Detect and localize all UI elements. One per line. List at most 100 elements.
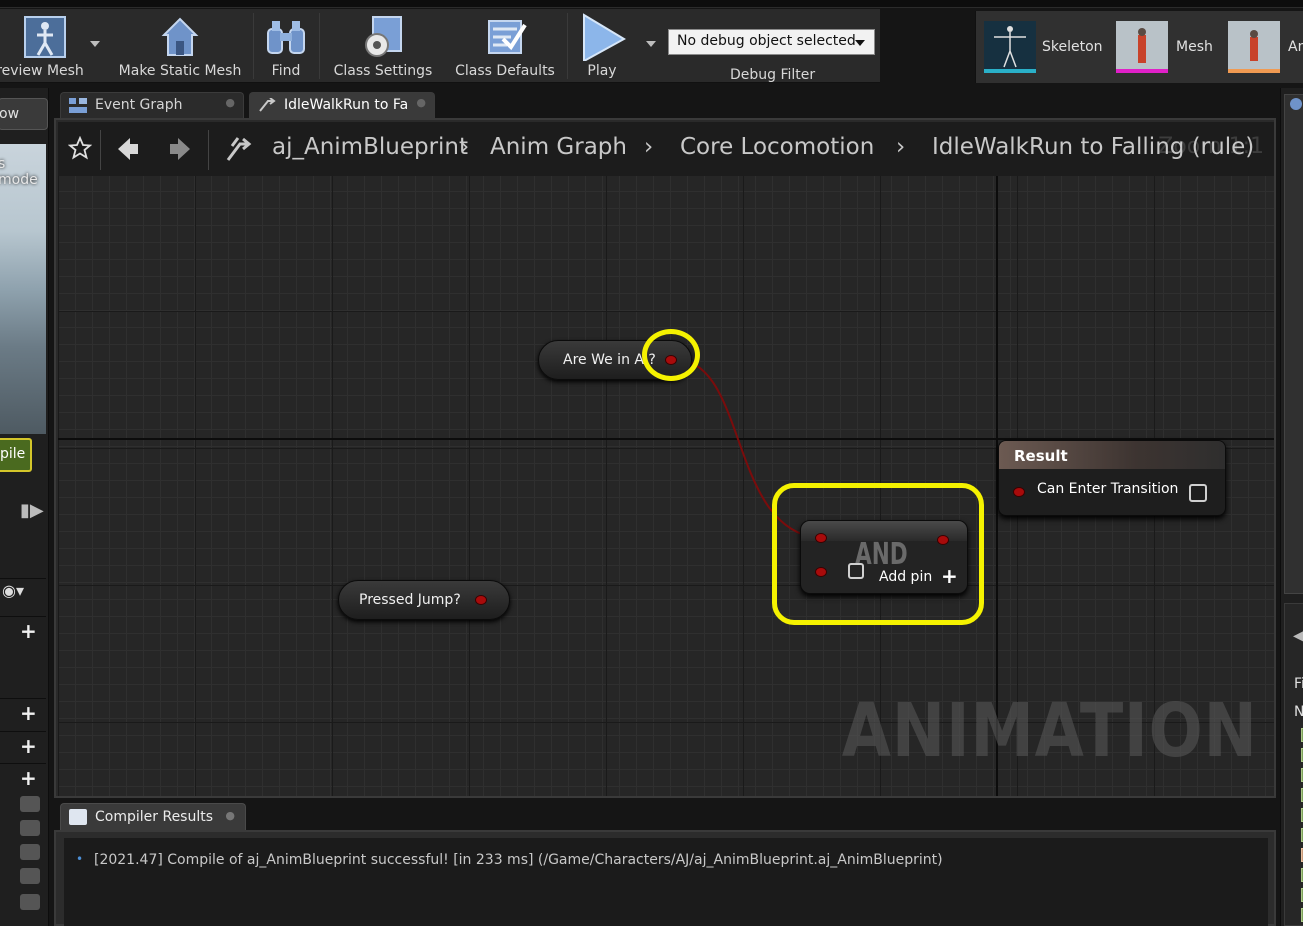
debug-object-value: No debug object selected: [677, 33, 856, 49]
close-icon[interactable]: ●: [416, 96, 426, 109]
left-panel-tab[interactable]: ow: [0, 98, 48, 130]
class-settings-label: Class Settings: [333, 63, 433, 79]
palette-label: N: [1294, 704, 1303, 720]
tab-compiler-results[interactable]: Compiler Results ●: [60, 803, 246, 831]
compiler-results-panel: • [2021.47] Compile of aj_AnimBlueprint …: [54, 830, 1276, 926]
list-item-icon[interactable]: [20, 868, 40, 884]
plus-icon: +: [20, 766, 37, 790]
highlight-circle: [642, 329, 700, 381]
compile-button[interactable]: pile: [0, 438, 32, 472]
breadcrumb-item[interactable]: Anim Graph: [490, 134, 627, 160]
graph-icon: [69, 98, 87, 113]
animation-thumbnail-icon[interactable]: [1228, 21, 1280, 73]
list-item-icon[interactable]: [20, 796, 40, 812]
breadcrumb-chevron-icon: ›: [460, 134, 470, 160]
can-enter-transition-checkbox[interactable]: [1189, 484, 1207, 502]
palette-panel: ◀ Fi N: [1284, 603, 1303, 926]
left-panel: ow s mode pile ▮▶ ◉▾ + + + +: [0, 88, 49, 926]
transition-rule-icon: [259, 98, 276, 112]
list-item-icon[interactable]: [20, 820, 40, 836]
close-icon[interactable]: ●: [225, 96, 235, 109]
plus-icon: +: [20, 619, 37, 643]
preview-viewport[interactable]: s mode: [0, 144, 46, 434]
globe-icon[interactable]: [1289, 97, 1303, 111]
play-icon: [583, 13, 626, 61]
plus-icon: +: [20, 701, 37, 725]
title-bar-strip: [0, 0, 1303, 8]
tab-idlewalkrun-transition[interactable]: IdleWalkRun to Fa ●: [249, 92, 435, 118]
breadcrumb: aj_AnimBlueprint › Anim Graph › Core Loc…: [58, 122, 1274, 176]
palette-label: Fi: [1294, 676, 1303, 692]
compiler-tab-label: Compiler Results: [95, 809, 214, 825]
debug-object-dropdown[interactable]: No debug object selected: [668, 29, 875, 55]
compiler-message: [2021.47] Compile of aj_AnimBlueprint su…: [94, 852, 943, 868]
main-toolbar: review Mesh Make Static Mesh Find Class …: [0, 9, 880, 83]
add-row-button[interactable]: +: [0, 616, 46, 643]
gear-document-icon: [365, 16, 402, 57]
play-label: Play: [587, 63, 617, 79]
step-forward-icon[interactable]: ▮▶: [20, 500, 48, 521]
class-defaults-label: Class Defaults: [455, 63, 555, 79]
add-row-button[interactable]: +: [0, 698, 46, 725]
breadcrumb-item-current: IdleWalkRun to Falling (rule): [932, 134, 1255, 160]
binoculars-icon: [267, 21, 305, 54]
breadcrumb-chevron-icon: ›: [896, 134, 906, 160]
highlight-box: [772, 483, 984, 625]
toolbar-separator: [567, 13, 568, 79]
compile-label: pile: [0, 446, 26, 462]
toolbar-separator: [253, 13, 254, 79]
mesh-label[interactable]: Mesh: [1176, 39, 1213, 55]
left-panel-tab-label: ow: [0, 106, 20, 122]
node-label: Pressed Jump?: [359, 592, 461, 608]
compiler-log[interactable]: • [2021.47] Compile of aj_AnimBlueprint …: [64, 838, 1268, 926]
breadcrumb-chevron-icon: ›: [644, 134, 654, 160]
list-item-icon[interactable]: [20, 894, 40, 910]
add-row-button[interactable]: +: [0, 731, 46, 758]
forward-arrow-icon[interactable]: [168, 136, 192, 162]
tab-idlewalkrun-label: IdleWalkRun to Fa: [284, 97, 409, 113]
mesh-thumbnail-icon[interactable]: [1116, 21, 1168, 73]
house-mesh-icon: [161, 17, 199, 56]
preview-mesh-label: review Mesh: [0, 63, 84, 79]
transition-rule-icon: [226, 137, 252, 161]
add-row-button[interactable]: +: [0, 763, 46, 790]
make-static-mesh-button[interactable]: Make Static Mesh: [112, 9, 248, 83]
asset-shortcut-bar: Skeleton Mesh An: [975, 11, 1303, 83]
chevron-left-icon[interactable]: ◀: [1293, 628, 1303, 644]
skeleton-figure-icon: [24, 16, 66, 58]
graph-editor: aj_AnimBlueprint › Anim Graph › Core Loc…: [54, 118, 1276, 798]
tab-event-graph[interactable]: Event Graph ●: [60, 92, 244, 118]
can-enter-transition-pin[interactable]: [1013, 487, 1025, 497]
animation-label[interactable]: An: [1288, 39, 1303, 55]
close-icon[interactable]: ●: [225, 809, 235, 822]
find-button[interactable]: Find: [256, 9, 316, 83]
right-panel: ◀ Fi N: [1280, 88, 1303, 926]
find-label: Find: [271, 63, 301, 79]
make-static-mesh-label: Make Static Mesh: [118, 63, 242, 79]
class-defaults-button[interactable]: Class Defaults: [448, 9, 562, 83]
skeleton-thumbnail-icon[interactable]: [984, 21, 1036, 73]
skeleton-label[interactable]: Skeleton: [1042, 39, 1103, 55]
result-node[interactable]: Result Can Enter Transition: [998, 440, 1226, 516]
toolbar-separator: [319, 13, 320, 79]
star-icon[interactable]: [68, 136, 92, 160]
back-arrow-icon[interactable]: [116, 136, 140, 162]
pressed-jump-node[interactable]: Pressed Jump?: [338, 580, 510, 620]
output-pin[interactable]: [475, 595, 487, 605]
preview-mesh-button[interactable]: review Mesh: [0, 9, 90, 83]
breadcrumb-item[interactable]: aj_AnimBlueprint: [272, 134, 468, 160]
list-item-icon[interactable]: [20, 844, 40, 860]
chevron-down-icon[interactable]: [90, 41, 100, 47]
play-options-chevron-icon[interactable]: [646, 41, 656, 47]
class-settings-button[interactable]: Class Settings: [324, 9, 442, 83]
plus-icon: +: [20, 734, 37, 758]
pin-label: Can Enter Transition: [1037, 481, 1179, 497]
graph-canvas[interactable]: ANIMATION Are We in A ? Pressed Jump? AN…: [58, 176, 1274, 796]
breadcrumb-item[interactable]: Core Locomotion: [680, 134, 874, 160]
checklist-icon: [488, 20, 527, 54]
play-button[interactable]: Play: [572, 9, 632, 83]
tab-event-graph-label: Event Graph: [95, 97, 183, 113]
visibility-toggle[interactable]: ◉▾: [0, 578, 46, 602]
debug-filter-label: Debug Filter: [730, 67, 816, 83]
chevron-down-icon: [855, 40, 865, 46]
